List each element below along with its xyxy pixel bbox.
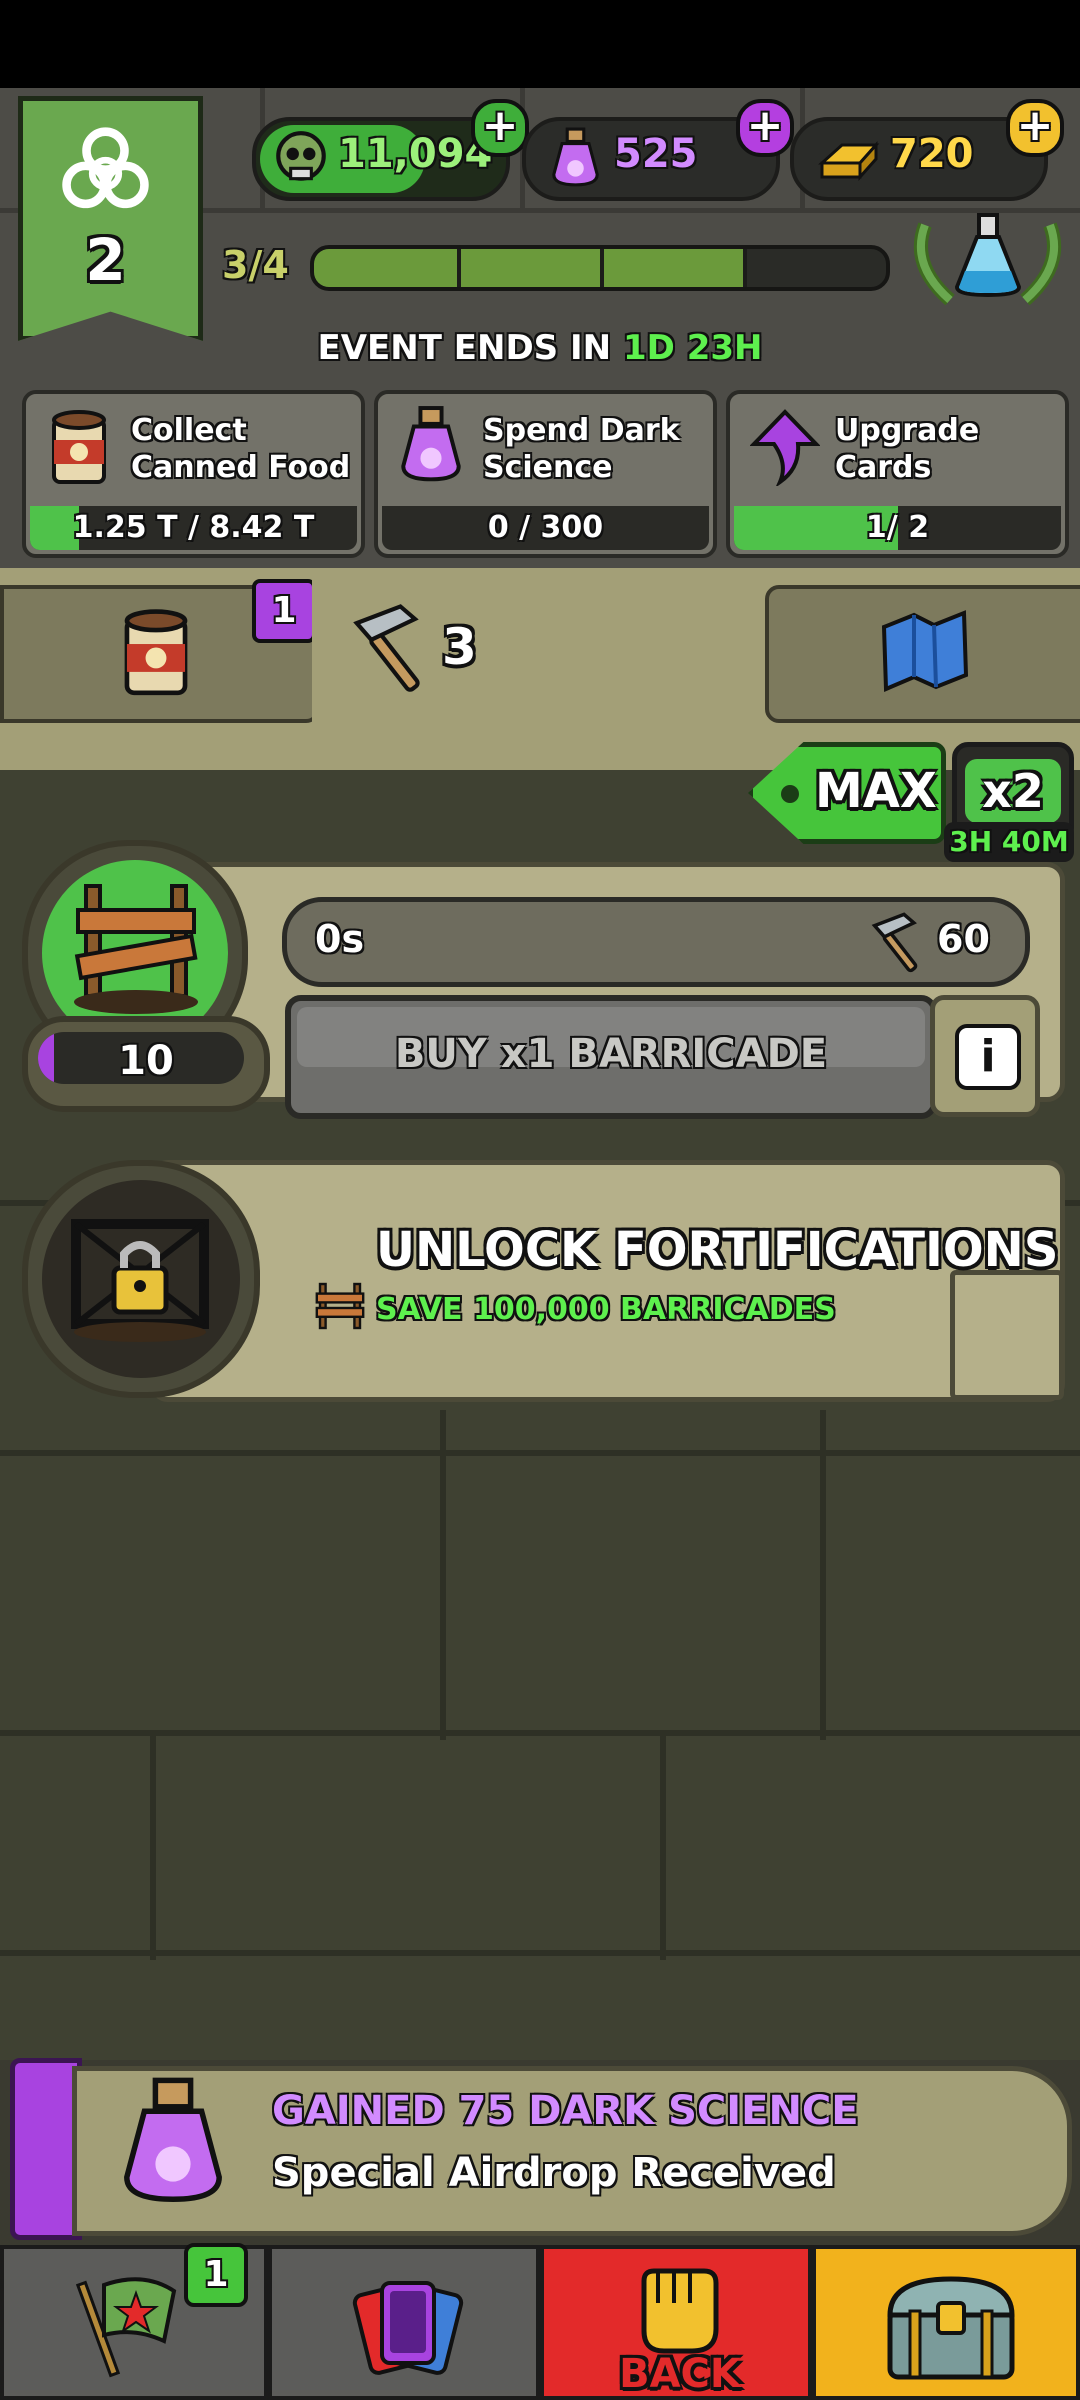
event-countdown: EVENT ENDS IN 1D 23H [317, 328, 763, 368]
blueprint-map-icon [881, 610, 969, 692]
dark-science-flask-icon [124, 2077, 222, 2202]
tab-notification-badge: 1 [252, 579, 316, 643]
red-star-flag-icon [75, 2277, 177, 2378]
nav-missions-button[interactable]: 1 [0, 2243, 268, 2400]
gold-count: 720 [890, 131, 974, 177]
fortifications-title: UNLOCK FORTIFICATIONS [376, 1222, 1059, 1278]
barricade-small-icon [315, 1282, 365, 1330]
nav-cards-button[interactable] [268, 2245, 540, 2400]
dark-science-count: 525 [614, 131, 698, 177]
barricade-timer-bar: 0s 60 [282, 897, 1030, 987]
add-dark-science-button[interactable]: + [736, 99, 794, 157]
gold-currency[interactable]: 720 + [790, 99, 1064, 201]
upgrade-arrow-icon [750, 409, 820, 486]
dark-science-flask-icon [401, 406, 461, 482]
fence-lock-icon [71, 1219, 209, 1342]
treasure-chest-icon [887, 2276, 1015, 2380]
bottom-navigation: 1 BACK [0, 2243, 1080, 2400]
level-banner[interactable]: 2 [18, 96, 203, 341]
hammer-count: 3 [442, 618, 477, 676]
notification-subtitle: Special Airdrop Received [272, 2150, 836, 2196]
nav-shop-chest-button[interactable] [812, 2245, 1080, 2400]
cards-icon [352, 2281, 464, 2375]
zombie-currency[interactable]: 11,094 + [252, 99, 529, 201]
fortifications-panel[interactable] [150, 1160, 1065, 1402]
biohazard-icon [62, 127, 149, 209]
quest-collect-canned-food[interactable]: Collect Canned Food 1.25 T / 8.42 T [22, 390, 365, 558]
quest-spend-dark-science[interactable]: Spend Dark Science 0 / 300 [374, 390, 717, 558]
hammer-icon [353, 604, 420, 692]
notification-title: GAINED 75 DARK SCIENCE [272, 2088, 859, 2134]
quest-progress-text: 0 / 300 [487, 510, 604, 545]
zombie-skull-icon [276, 131, 326, 181]
canned-food-icon [52, 410, 106, 484]
buy-barricade-button[interactable]: BUY x1 BARRICADE [285, 995, 937, 1119]
quest-progress-text: 1/ 2 [865, 510, 930, 545]
zombie-count: 11,094 [338, 131, 493, 177]
info-button[interactable]: i [930, 995, 1040, 1117]
fist-icon [641, 2268, 719, 2354]
missions-badge: 1 [184, 2243, 248, 2307]
add-gold-button[interactable]: + [1006, 99, 1064, 157]
fortifications-requirement: SAVE 100,000 BARRICADES [376, 1292, 836, 1327]
status-bar [0, 0, 1080, 88]
barricade-count-pill: 10 [22, 1016, 270, 1112]
wooden-barricade-icon [74, 884, 198, 1014]
tab-blueprints[interactable] [765, 585, 1080, 723]
dark-science-currency[interactable]: 525 + [522, 99, 794, 201]
boost-timer: 3H 40M [944, 822, 1074, 862]
level-progress-bar [310, 245, 890, 291]
tab-canned-food[interactable]: 1 [0, 579, 320, 723]
research-flask-button[interactable] [905, 205, 1070, 310]
canned-food-icon [124, 609, 188, 696]
quest-upgrade-cards[interactable]: Upgrade Cards 1/ 2 [726, 390, 1069, 558]
fortification-slot [950, 1270, 1064, 1400]
quest-progress-text: 1.25 T / 8.42 T [72, 510, 315, 545]
level-number: 2 [85, 226, 126, 294]
hammer-icon [871, 912, 918, 973]
level-progress-label: 3/4 [222, 243, 289, 287]
dark-science-flask-icon [552, 127, 599, 187]
airdrop-notification[interactable]: GAINED 75 DARK SCIENCE Special Airdrop R… [10, 2058, 1072, 2240]
tab-barricades-active[interactable]: 3 [312, 578, 760, 728]
nav-back-button[interactable]: BACK [540, 2245, 812, 2400]
gold-bars-icon [818, 141, 880, 181]
locked-fortification-avatar [22, 1160, 260, 1398]
lab-flask-icon [954, 213, 1022, 298]
add-zombies-button[interactable]: + [471, 99, 529, 157]
